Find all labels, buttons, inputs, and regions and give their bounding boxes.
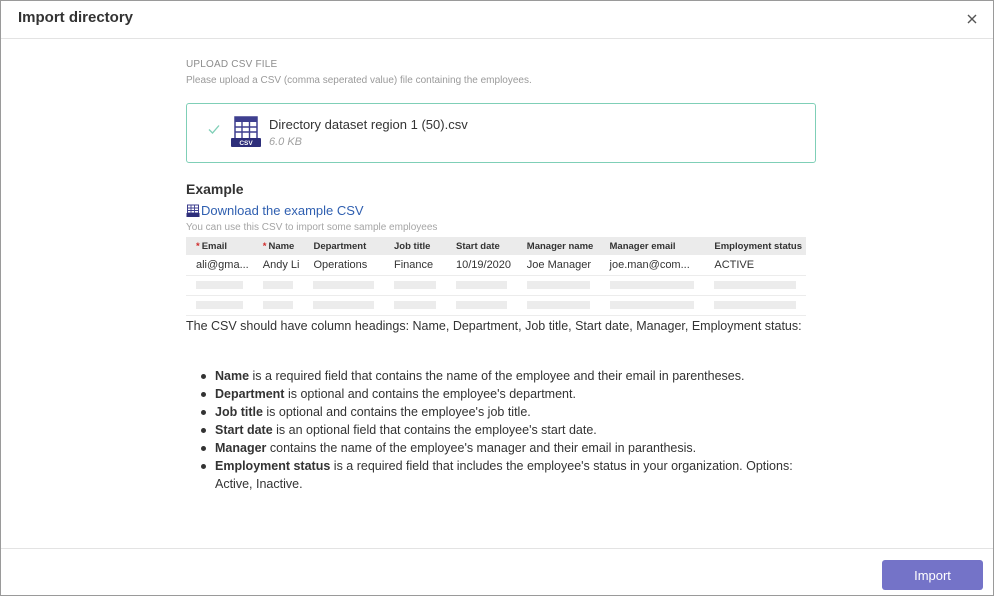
uploaded-file-box[interactable]: CSV Directory dataset region 1 (50).csv … [186,103,816,163]
list-item: Job title is optional and contains the e… [198,403,818,421]
field-description: is an optional field that contains the e… [272,423,597,437]
cell-email: ali@gma... [186,255,253,276]
col-job-title: Job title [384,237,446,255]
col-manager-email: Manager email [599,237,705,255]
placeholder-bar [394,281,436,289]
field-name: Name [215,369,250,383]
csv-instructions-intro: The CSV should have column headings: Nam… [186,319,802,333]
dialog-header: Import directory [1,1,993,39]
csv-file-icon: CSV [231,116,261,147]
placeholder-bar [394,301,436,309]
list-item: Manager contains the name of the employe… [198,439,818,457]
placeholder-bar [313,281,374,289]
example-table-header: * Email * Name Department Job title Start … [186,237,806,255]
field-description: contains the name of the employee's mana… [266,441,697,455]
placeholder-bar [262,301,294,309]
placeholder-bar [609,301,695,309]
required-marker: * [196,240,200,252]
placeholder-row [186,275,806,296]
file-name: Directory dataset region 1 (50).csv [269,117,468,132]
field-name: Employment status [215,459,331,473]
dialog-title: Import directory [18,9,134,26]
upload-description: Please upload a CSV (comma seperated val… [186,75,532,86]
col-manager-name: Manager name [516,237,600,255]
file-size: 6.0 KB [269,136,303,148]
import-directory-dialog: Import directory UPLOAD CSV FILE Please … [0,0,994,596]
example-heading: Example [186,181,244,197]
placeholder-bar [455,301,507,309]
placeholder-bar [526,301,590,309]
csv-file-icon-label: CSV [239,140,253,147]
cell-name: Andy Li [252,255,304,276]
col-employment-status: Employment status [704,237,806,255]
placeholder-row [186,295,806,316]
field-name: Manager [215,441,267,455]
col-department: Department [303,237,384,255]
placeholder-bar [196,281,243,289]
placeholder-bar [526,281,590,289]
field-name: Start date [215,423,273,437]
dialog-footer: Import [1,548,993,595]
cell-job-title: Finance [384,255,446,276]
check-icon [208,125,220,134]
download-link-label: Download the example CSV [201,203,364,218]
cell-employment-status: ACTIVE [704,255,806,276]
spreadsheet-icon [186,204,200,217]
field-description: is optional and contains the employee's … [262,405,531,419]
cell-start-date: 10/19/2020 [445,255,517,276]
cell-manager-name: Joe Manager [516,255,600,276]
placeholder-bar [714,281,796,289]
placeholder-bar [714,301,796,309]
cell-manager-email: joe.man@com... [599,255,705,276]
list-item: Name is a required field that contains t… [198,367,818,385]
col-email: * Email [186,237,253,255]
example-table: * Email * Name Department Job title Start … [186,237,806,316]
close-icon[interactable] [963,10,981,28]
placeholder-bar [262,281,294,289]
list-item: Department is optional and contains the … [198,385,818,403]
col-name: * Name [252,237,304,255]
list-item: Start date is an optional field that con… [198,421,818,439]
cell-department: Operations [303,255,384,276]
required-marker: * [262,240,267,252]
list-item: Employment status is a required field th… [198,457,818,493]
col-start-date: Start date [445,237,517,255]
import-button[interactable]: Import [882,560,983,590]
field-description: is a required field that contains the na… [249,369,745,383]
placeholder-bar [196,301,243,309]
placeholder-bar [609,281,695,289]
field-name: Job title [215,405,263,419]
field-descriptions-list: Name is a required field that contains t… [198,367,818,493]
field-name: Department [215,387,285,401]
upload-label: UPLOAD CSV FILE [186,59,278,70]
placeholder-bar [313,301,374,309]
placeholder-bar [455,281,507,289]
table-row: ali@gma... Andy Li Operations Finance 10… [186,255,806,276]
field-description: is optional and contains the employee's … [284,387,576,401]
download-hint: You can use this CSV to import some samp… [186,222,438,233]
download-example-csv-link[interactable]: Download the example CSV [186,203,364,218]
